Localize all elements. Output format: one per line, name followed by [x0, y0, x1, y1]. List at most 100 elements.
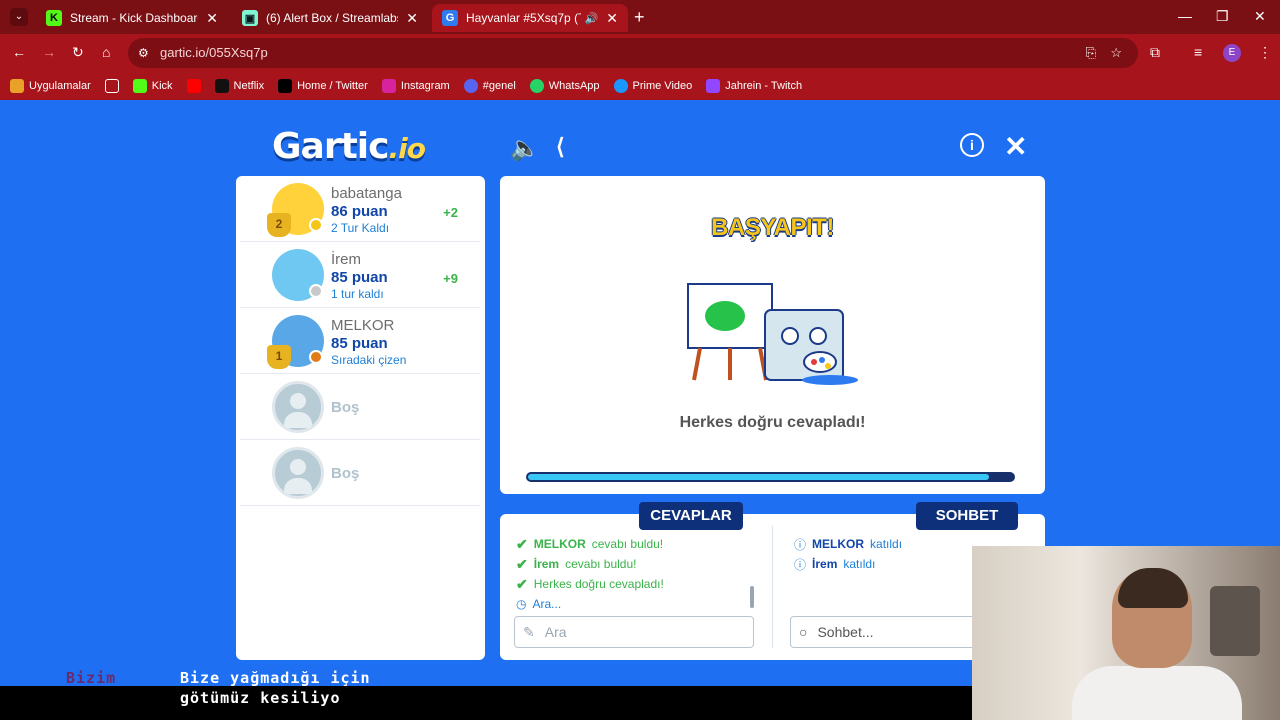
bookmark-star-icon[interactable]: ☆	[1110, 38, 1122, 68]
close-tab-icon[interactable]: ✕	[406, 10, 418, 27]
player-row[interactable]: İrem 85 puan 1 tur kaldı +9	[240, 242, 480, 308]
masterpiece-title: BAŞYAPIT!	[711, 214, 834, 241]
empty-avatar-icon	[272, 447, 324, 499]
share-icon[interactable]: ⟨	[556, 134, 565, 160]
minimize-icon[interactable]: —	[1178, 8, 1192, 24]
close-tab-icon[interactable]: ✕	[606, 10, 618, 27]
close-tab-icon[interactable]: ✕	[206, 10, 218, 27]
drawing-canvas: BAŞYAPIT! Herkes doğru cevapladı!	[500, 176, 1045, 494]
player-points: 85 puan	[331, 335, 388, 352]
player-points: 85 puan	[331, 269, 388, 286]
points-delta: +2	[443, 205, 458, 220]
close-icon[interactable]: ✕	[1004, 130, 1027, 163]
player-info: 2 Tur Kaldı	[331, 221, 390, 235]
bookmark-label: WhatsApp	[548, 80, 600, 92]
bookmark-netflix[interactable]: Netflix	[214, 79, 264, 93]
tab-title: Hayvanlar #5Xsq7p (Türkçe)	[466, 11, 581, 25]
clock-icon: ◷	[516, 597, 527, 611]
player-info: 1 tur kaldı	[331, 287, 384, 301]
apps-grid-icon	[10, 79, 24, 93]
answer-input[interactable]: ✎ Ara	[514, 616, 754, 648]
tab-kick-dashboard[interactable]: K Stream - Kick Dashboard ✕	[36, 4, 228, 32]
sound-icon[interactable]: 🔈	[510, 134, 540, 163]
player-name: babatanga	[331, 185, 402, 202]
tab-answers[interactable]: CEVAPLAR	[639, 502, 743, 530]
webcam-shirt	[1072, 666, 1242, 720]
panel-divider	[772, 526, 773, 648]
streamlabs-icon: ▣	[242, 10, 258, 26]
player-info: Sıradaki çizen	[331, 353, 407, 367]
maximize-icon[interactable]: ❐	[1216, 8, 1229, 25]
pending-event: ◷ Ara...	[516, 597, 562, 611]
pencil-icon: ✎	[523, 623, 535, 640]
close-window-icon[interactable]: ✕	[1254, 8, 1266, 25]
check-icon: ✔	[516, 535, 528, 552]
trophy-icon: 1	[267, 345, 291, 369]
tab-streamlabs[interactable]: ▣ (6) Alert Box / Streamlabs ✕	[232, 4, 428, 32]
bookmark-label: Uygulamalar	[29, 80, 91, 92]
caption-bar	[0, 686, 972, 720]
youtube-icon	[186, 79, 201, 93]
answers-scrollbar[interactable]	[750, 586, 754, 608]
empty-avatar-icon	[272, 381, 324, 433]
profile-avatar[interactable]: E	[1223, 44, 1241, 62]
bookmark-twitter[interactable]: Home / Twitter	[278, 79, 368, 93]
twitch-icon	[706, 79, 721, 93]
grid-icon	[104, 79, 119, 93]
install-icon[interactable]: ⎘	[1086, 38, 1096, 68]
player-row[interactable]: 2 babatanga 86 puan 2 Tur Kaldı +2	[240, 176, 480, 242]
trophy-icon: 2	[267, 213, 291, 237]
extensions-icon[interactable]: ⧉	[1150, 44, 1160, 61]
bookmark-prime[interactable]: Prime Video	[613, 79, 692, 93]
answer-event: ✔ Herkes doğru cevapladı!	[516, 575, 664, 592]
chat-feed: ⓘ MELKOR katıldı ⓘ İrem katıldı	[794, 534, 902, 574]
new-tab-icon[interactable]: +	[634, 7, 645, 28]
whatsapp-icon	[529, 79, 544, 93]
reload-icon[interactable]: ↻	[72, 44, 84, 61]
result-message: Herkes doğru cevapladı!	[679, 414, 866, 431]
bookmark-apps[interactable]: Uygulamalar	[10, 79, 91, 93]
bookmark-label: Home / Twitter	[297, 80, 368, 92]
bookmark-discord[interactable]: #genel	[463, 79, 516, 93]
answer-event: ✔ İrem cevabı buldu!	[516, 555, 637, 572]
status-dot	[309, 284, 323, 298]
forward-icon[interactable]: →	[42, 44, 56, 60]
site-info-icon[interactable]: ⚙	[138, 38, 149, 68]
bookmark-label: Kick	[151, 80, 173, 92]
answer-placeholder: Ara	[544, 624, 567, 640]
info-icon[interactable]: i	[960, 133, 984, 157]
webcam-hair	[1118, 568, 1188, 608]
answers-feed: ✔ MELKOR cevabı buldu! ✔ İrem cevabı buldu! …	[516, 534, 664, 614]
caption-line-1: Bize yağmadığı için	[180, 669, 371, 687]
bookmark-kick[interactable]: Kick	[132, 79, 173, 93]
empty-slot: Boş	[240, 440, 480, 506]
caption-faded-word: Bizim	[66, 669, 117, 687]
player-list: 2 babatanga 86 puan 2 Tur Kaldı +2 İrem …	[236, 176, 485, 660]
bookmark-youtube[interactable]	[186, 79, 201, 93]
address-text: gartic.io/055Xsq7p	[160, 45, 268, 60]
bookmark-instagram[interactable]: Instagram	[381, 79, 450, 93]
back-icon[interactable]: ←	[12, 44, 26, 60]
speaker-icon[interactable]: 🔊	[585, 12, 599, 25]
chat-input[interactable]: ○ Sohbet...	[790, 616, 990, 648]
info-circle-icon: ⓘ	[794, 537, 807, 552]
media-icon[interactable]: ≡	[1194, 44, 1202, 60]
tab-title: (6) Alert Box / Streamlabs	[266, 11, 399, 25]
instagram-icon	[381, 79, 396, 93]
tab-strip: ⌄ K Stream - Kick Dashboard ✕ ▣ (6) Aler…	[0, 0, 1280, 34]
bookmark-grid[interactable]	[104, 79, 119, 93]
bookmark-twitch[interactable]: Jahrein - Twitch	[706, 79, 802, 93]
kick-icon: K	[46, 10, 62, 26]
player-row[interactable]: 1 MELKOR 85 puan Sıradaki çizen	[240, 308, 480, 374]
bookmark-whatsapp[interactable]: WhatsApp	[529, 79, 600, 93]
tab-gartic[interactable]: G Hayvanlar #5Xsq7p (Türkçe) 🔊 ✕	[432, 4, 628, 32]
tab-chat[interactable]: SOHBET	[916, 502, 1018, 530]
tab-search-icon[interactable]: ⌄	[10, 8, 28, 26]
netflix-icon	[214, 79, 229, 93]
address-bar[interactable]: ⚙ gartic.io/055Xsq7p ⎘ ☆	[128, 38, 1138, 68]
player-name: MELKOR	[331, 317, 395, 334]
tab-title: Stream - Kick Dashboard	[70, 11, 199, 25]
home-icon[interactable]: ⌂	[102, 44, 110, 60]
browser-toolbar: ← → ↻ ⌂ ⚙ gartic.io/055Xsq7p ⎘ ☆ ⧉ ≡ E ⋮	[0, 34, 1280, 72]
menu-icon[interactable]: ⋮	[1258, 44, 1272, 61]
